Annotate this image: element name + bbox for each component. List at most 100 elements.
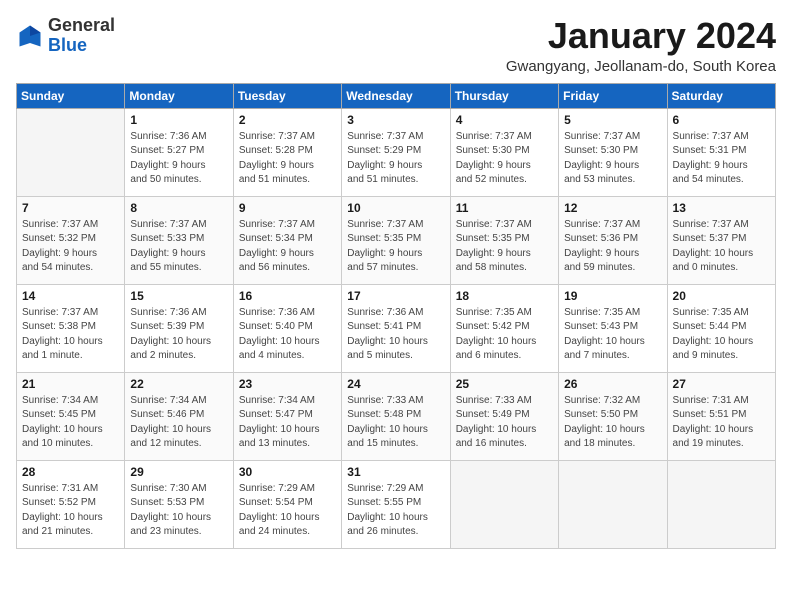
day-number: 10	[347, 201, 444, 215]
day-number: 13	[673, 201, 770, 215]
page-header: General Blue January 2024 Gwangyang, Jeo…	[16, 16, 776, 75]
day-info: Sunrise: 7:37 AMSunset: 5:37 PMDaylight:…	[673, 218, 770, 276]
day-number: 5	[564, 113, 661, 127]
calendar-table: SundayMondayTuesdayWednesdayThursdayFrid…	[16, 83, 776, 549]
day-info: Sunrise: 7:34 AMSunset: 5:47 PMDaylight:…	[239, 394, 336, 452]
calendar-cell: 4 Sunrise: 7:37 AMSunset: 5:30 PMDaylight…	[450, 108, 558, 196]
calendar-cell: 20 Sunrise: 7:35 AMSunset: 5:44 PMDayligh…	[667, 284, 775, 372]
day-number: 12	[564, 201, 661, 215]
day-info: Sunrise: 7:37 AMSunset: 5:31 PMDaylight:…	[673, 130, 770, 188]
day-info: Sunrise: 7:29 AMSunset: 5:54 PMDaylight:…	[239, 482, 336, 540]
calendar-cell: 12 Sunrise: 7:37 AMSunset: 5:36 PMDayligh…	[559, 196, 667, 284]
day-number: 23	[239, 377, 336, 391]
day-number: 14	[22, 289, 119, 303]
calendar-cell: 1 Sunrise: 7:36 AMSunset: 5:27 PMDaylight…	[125, 108, 233, 196]
day-number: 16	[239, 289, 336, 303]
day-info: Sunrise: 7:37 AMSunset: 5:30 PMDaylight:…	[564, 130, 661, 188]
day-number: 11	[456, 201, 553, 215]
day-info: Sunrise: 7:33 AMSunset: 5:48 PMDaylight:…	[347, 394, 444, 452]
day-number: 28	[22, 465, 119, 479]
calendar-cell: 9 Sunrise: 7:37 AMSunset: 5:34 PMDaylight…	[233, 196, 341, 284]
calendar-cell: 17 Sunrise: 7:36 AMSunset: 5:41 PMDayligh…	[342, 284, 450, 372]
calendar-header-row: SundayMondayTuesdayWednesdayThursdayFrid…	[17, 83, 776, 108]
day-info: Sunrise: 7:37 AMSunset: 5:28 PMDaylight:…	[239, 130, 336, 188]
day-number: 6	[673, 113, 770, 127]
day-info: Sunrise: 7:29 AMSunset: 5:55 PMDaylight:…	[347, 482, 444, 540]
day-number: 19	[564, 289, 661, 303]
day-info: Sunrise: 7:31 AMSunset: 5:51 PMDaylight:…	[673, 394, 770, 452]
calendar-cell: 30 Sunrise: 7:29 AMSunset: 5:54 PMDayligh…	[233, 460, 341, 548]
calendar-cell: 25Sunrise: 7:33 AMSunset: 5:49 PMDayligh…	[450, 372, 558, 460]
logo-icon	[16, 22, 44, 50]
day-info: Sunrise: 7:31 AMSunset: 5:52 PMDaylight:…	[22, 482, 119, 540]
day-number: 31	[347, 465, 444, 479]
calendar-cell: 15Sunrise: 7:36 AMSunset: 5:39 PMDayligh…	[125, 284, 233, 372]
calendar-cell: 31 Sunrise: 7:29 AMSunset: 5:55 PMDayligh…	[342, 460, 450, 548]
col-header-saturday: Saturday	[667, 83, 775, 108]
calendar-cell	[17, 108, 125, 196]
calendar-week-5: 28 Sunrise: 7:31 AMSunset: 5:52 PMDayligh…	[17, 460, 776, 548]
day-number: 24	[347, 377, 444, 391]
calendar-cell: 5 Sunrise: 7:37 AMSunset: 5:30 PMDaylight…	[559, 108, 667, 196]
day-info: Sunrise: 7:37 AMSunset: 5:34 PMDaylight:…	[239, 218, 336, 276]
day-info: Sunrise: 7:36 AMSunset: 5:41 PMDaylight:…	[347, 306, 444, 364]
calendar-cell: 16 Sunrise: 7:36 AMSunset: 5:40 PMDayligh…	[233, 284, 341, 372]
col-header-friday: Friday	[559, 83, 667, 108]
location-subtitle: Gwangyang, Jeollanam-do, South Korea	[506, 58, 776, 75]
calendar-cell	[450, 460, 558, 548]
col-header-thursday: Thursday	[450, 83, 558, 108]
day-info: Sunrise: 7:34 AMSunset: 5:46 PMDaylight:…	[130, 394, 227, 452]
calendar-cell: 8Sunrise: 7:37 AMSunset: 5:33 PMDaylight…	[125, 196, 233, 284]
calendar-cell: 27Sunrise: 7:31 AMSunset: 5:51 PMDayligh…	[667, 372, 775, 460]
col-header-monday: Monday	[125, 83, 233, 108]
calendar-cell: 22 Sunrise: 7:34 AMSunset: 5:46 PMDayligh…	[125, 372, 233, 460]
calendar-cell: 23 Sunrise: 7:34 AMSunset: 5:47 PMDayligh…	[233, 372, 341, 460]
day-info: Sunrise: 7:37 AMSunset: 5:32 PMDaylight:…	[22, 218, 119, 276]
col-header-tuesday: Tuesday	[233, 83, 341, 108]
logo-general-text: General	[48, 15, 115, 35]
calendar-cell: 26 Sunrise: 7:32 AMSunset: 5:50 PMDayligh…	[559, 372, 667, 460]
day-number: 20	[673, 289, 770, 303]
calendar-cell: 13 Sunrise: 7:37 AMSunset: 5:37 PMDayligh…	[667, 196, 775, 284]
day-number: 15	[130, 289, 227, 303]
calendar-cell: 3 Sunrise: 7:37 AMSunset: 5:29 PMDaylight…	[342, 108, 450, 196]
calendar-week-3: 14 Sunrise: 7:37 AMSunset: 5:38 PMDayligh…	[17, 284, 776, 372]
day-info: Sunrise: 7:32 AMSunset: 5:50 PMDaylight:…	[564, 394, 661, 452]
day-number: 1	[130, 113, 227, 127]
day-info: Sunrise: 7:37 AMSunset: 5:33 PMDaylight:…	[130, 218, 227, 276]
calendar-week-2: 7 Sunrise: 7:37 AMSunset: 5:32 PMDaylight…	[17, 196, 776, 284]
day-number: 9	[239, 201, 336, 215]
calendar-cell	[559, 460, 667, 548]
day-number: 18	[456, 289, 553, 303]
month-title: January 2024	[506, 16, 776, 56]
day-info: Sunrise: 7:37 AMSunset: 5:30 PMDaylight:…	[456, 130, 553, 188]
calendar-cell: 18Sunrise: 7:35 AMSunset: 5:42 PMDayligh…	[450, 284, 558, 372]
day-info: Sunrise: 7:36 AMSunset: 5:40 PMDaylight:…	[239, 306, 336, 364]
day-number: 7	[22, 201, 119, 215]
day-info: Sunrise: 7:35 AMSunset: 5:44 PMDaylight:…	[673, 306, 770, 364]
col-header-wednesday: Wednesday	[342, 83, 450, 108]
day-number: 22	[130, 377, 227, 391]
day-number: 4	[456, 113, 553, 127]
calendar-cell: 21Sunrise: 7:34 AMSunset: 5:45 PMDayligh…	[17, 372, 125, 460]
day-number: 30	[239, 465, 336, 479]
day-number: 29	[130, 465, 227, 479]
day-number: 3	[347, 113, 444, 127]
day-number: 26	[564, 377, 661, 391]
day-info: Sunrise: 7:37 AMSunset: 5:29 PMDaylight:…	[347, 130, 444, 188]
day-info: Sunrise: 7:37 AMSunset: 5:38 PMDaylight:…	[22, 306, 119, 364]
logo: General Blue	[16, 16, 115, 56]
calendar-cell: 11Sunrise: 7:37 AMSunset: 5:35 PMDayligh…	[450, 196, 558, 284]
day-number: 21	[22, 377, 119, 391]
calendar-week-4: 21Sunrise: 7:34 AMSunset: 5:45 PMDayligh…	[17, 372, 776, 460]
calendar-cell: 14 Sunrise: 7:37 AMSunset: 5:38 PMDayligh…	[17, 284, 125, 372]
day-info: Sunrise: 7:30 AMSunset: 5:53 PMDaylight:…	[130, 482, 227, 540]
day-info: Sunrise: 7:37 AMSunset: 5:36 PMDaylight:…	[564, 218, 661, 276]
day-number: 25	[456, 377, 553, 391]
calendar-cell: 19 Sunrise: 7:35 AMSunset: 5:43 PMDayligh…	[559, 284, 667, 372]
calendar-cell: 29 Sunrise: 7:30 AMSunset: 5:53 PMDayligh…	[125, 460, 233, 548]
day-info: Sunrise: 7:36 AMSunset: 5:27 PMDaylight:…	[130, 130, 227, 188]
day-number: 17	[347, 289, 444, 303]
day-info: Sunrise: 7:35 AMSunset: 5:43 PMDaylight:…	[564, 306, 661, 364]
calendar-cell: 28 Sunrise: 7:31 AMSunset: 5:52 PMDayligh…	[17, 460, 125, 548]
